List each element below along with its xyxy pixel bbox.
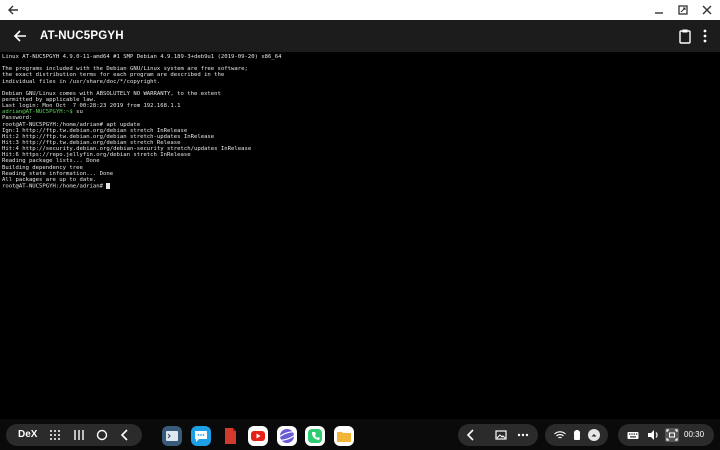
clipboard-icon[interactable] — [678, 28, 692, 44]
files-app-icon[interactable] — [220, 426, 240, 446]
arrow-left-icon[interactable] — [6, 3, 20, 17]
dex-navigation-bar: DeX — [6, 424, 142, 446]
nav-back-icon[interactable] — [118, 428, 132, 442]
phone-app-icon[interactable] — [305, 426, 325, 446]
messages-app-icon[interactable] — [191, 426, 211, 446]
terminal-text: Hit:3 http://ftp.tw.debian.org/debian st… — [2, 139, 181, 146]
my-files-app-icon[interactable] — [334, 426, 354, 446]
terminal-text: Hit:6 https://repo.jellyfin.org/debian s… — [2, 152, 191, 159]
home-icon[interactable] — [95, 428, 109, 442]
terminal-text: Linux AT-NUC5PGYH 4.9.0-11-amd64 #1 SMP … — [2, 54, 282, 60]
terminal-text: root@AT-NUC5PGYH:/home/adrian# — [2, 183, 107, 190]
status-bar — [545, 424, 608, 446]
terminal-text: the exact distribution terms for each pr… — [2, 72, 225, 79]
terminal-cursor — [106, 182, 110, 189]
terminal-text: Password: — [2, 115, 33, 122]
wifi-icon[interactable] — [553, 428, 567, 442]
more-vert-icon[interactable] — [700, 28, 710, 44]
terminal-text: su — [72, 109, 83, 116]
terminal-line: root@AT-NUC5PGYH:/home/adrian# — [2, 182, 718, 190]
terminal-text: Hit:2 http://ftp.tw.debian.org/debian st… — [2, 133, 215, 140]
terminal-text: Reading state information... Done — [2, 170, 114, 177]
terminal-text: All packages are up to date. — [2, 176, 97, 183]
window-chrome — [0, 0, 720, 20]
terminal-text: Ign:1 http://ftp.tw.debian.org/debian st… — [2, 127, 188, 134]
youtube-app-icon[interactable] — [248, 426, 268, 446]
volume-icon[interactable] — [646, 428, 660, 442]
terminal-text: The programs included with the Debian GN… — [2, 66, 248, 73]
minimize-icon[interactable] — [652, 3, 666, 17]
terminal-text: root@AT-NUC5PGYH:/home/adrian# apt updat… — [2, 121, 141, 128]
internet-app-icon[interactable] — [277, 426, 297, 446]
screenshot-icon[interactable] — [494, 428, 508, 442]
terminal-text: Debian GNU/Linux comes with ABSOLUTELY N… — [2, 90, 221, 97]
terminal-text: Building dependency tree — [2, 164, 83, 171]
chevron-up-icon[interactable] — [587, 428, 601, 442]
more-horiz-icon[interactable] — [516, 428, 530, 442]
apps-grid-icon[interactable] — [48, 428, 62, 442]
maximize-icon[interactable] — [676, 3, 690, 17]
page-title: AT-NUC5PGYH — [40, 30, 124, 42]
terminal-text: Reading package lists... Done — [2, 158, 100, 165]
terminal-app-icon[interactable] — [162, 426, 182, 446]
close-icon[interactable] — [700, 3, 714, 17]
recent-apps-icon[interactable] — [72, 428, 86, 442]
app-bar: AT-NUC5PGYH — [0, 20, 720, 52]
dex-button[interactable]: DeX — [18, 429, 37, 441]
screen-capture-icon[interactable] — [665, 428, 679, 442]
arrow-left-icon[interactable] — [12, 28, 28, 44]
terminal-text: Last login: Mon Oct 7 00:28:23 2019 from… — [2, 103, 181, 110]
terminal-text: permitted by applicable law. — [2, 96, 97, 103]
terminal-text: individual files in /usr/share/doc/*/cop… — [2, 78, 161, 85]
terminal-text: Hit:4 http://security.debian.org/debian-… — [2, 146, 252, 153]
battery-icon[interactable] — [570, 428, 584, 442]
clock: 00:30 — [684, 430, 705, 439]
terminal-output[interactable]: Linux AT-NUC5PGYH 4.9.0-11-amd64 #1 SMP … — [0, 52, 720, 419]
terminal-prompt: adrian@AT-NUC5PGYH:~$ — [2, 109, 73, 116]
task-switcher-bar — [458, 424, 538, 446]
keyboard-icon[interactable] — [626, 428, 640, 442]
chevron-left-icon[interactable] — [464, 428, 478, 442]
